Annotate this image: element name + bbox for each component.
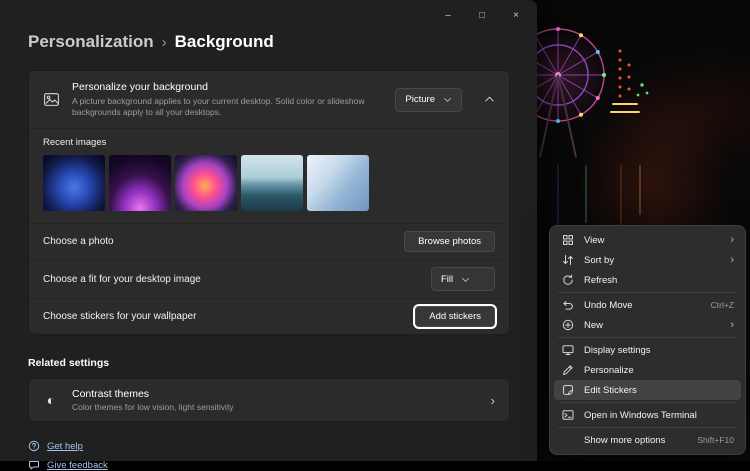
chevron-up-icon <box>484 94 495 105</box>
maximize-button[interactable]: □ <box>465 3 499 27</box>
breadcrumb-separator-icon: › <box>162 34 167 51</box>
choose-photo-row: Choose a photo Browse photos <box>29 223 509 259</box>
contrast-themes-card[interactable]: ◐ Contrast themes Color themes for low v… <box>28 378 510 422</box>
menu-item-sort-by[interactable]: Sort by › <box>554 250 741 270</box>
undo-icon <box>561 299 574 311</box>
chevron-right-icon: › <box>491 393 495 408</box>
new-icon <box>561 319 574 331</box>
background-type-value: Picture <box>405 94 435 105</box>
menu-item-edit-stickers[interactable]: Edit Stickers <box>554 380 741 400</box>
fit-dropdown[interactable]: Fill <box>431 267 495 291</box>
choose-fit-label: Choose a fit for your desktop image <box>43 274 201 285</box>
menu-divider <box>558 402 737 403</box>
minimize-button[interactable]: – <box>431 3 465 27</box>
breadcrumb-personalization[interactable]: Personalization <box>28 32 154 52</box>
contrast-themes-title: Contrast themes <box>72 388 234 400</box>
menu-item-personalize[interactable]: Personalize <box>554 360 741 380</box>
menu-item-view[interactable]: View › <box>554 230 741 250</box>
breadcrumb: Personalization › Background <box>0 30 537 52</box>
related-settings-heading: Related settings <box>28 357 510 369</box>
personalize-background-header[interactable]: Personalize your background A picture ba… <box>29 71 509 128</box>
menu-divider <box>558 427 737 428</box>
shortcut-label: Shift+F10 <box>697 435 734 445</box>
sort-icon <box>561 254 574 266</box>
chevron-down-icon <box>461 275 470 284</box>
choose-fit-row: Choose a fit for your desktop image Fill <box>29 259 509 298</box>
submenu-chevron-icon: › <box>730 319 734 331</box>
personalize-background-card: Personalize your background A picture ba… <box>28 70 510 335</box>
get-help-link[interactable]: Get help <box>28 440 510 452</box>
close-button[interactable]: × <box>499 3 533 27</box>
wallpaper-thumbnail-bloom-blue[interactable] <box>43 155 105 211</box>
shortcut-label: Ctrl+Z <box>711 300 734 310</box>
card-title: Personalize your background <box>72 81 383 93</box>
wallpaper-thumbnail-glow-purple[interactable] <box>109 155 171 211</box>
menu-divider <box>558 337 737 338</box>
give-feedback-label: Give feedback <box>47 460 108 471</box>
submenu-chevron-icon: › <box>730 234 734 246</box>
stickers-icon <box>561 384 574 396</box>
browse-photos-button[interactable]: Browse photos <box>404 231 495 252</box>
wallpaper-thumbnail-fabric-light[interactable] <box>307 155 369 211</box>
menu-item-new[interactable]: New › <box>554 315 741 335</box>
add-stickers-button[interactable]: Add stickers <box>415 306 495 327</box>
menu-item-display-settings[interactable]: Display settings <box>554 340 741 360</box>
wallpaper-thumbnail-abstract-flower[interactable] <box>175 155 237 211</box>
choose-stickers-row: Choose stickers for your wallpaper Add s… <box>29 298 509 334</box>
menu-item-open-in-windows-terminal[interactable]: Open in Windows Terminal <box>554 405 741 425</box>
choose-photo-label: Choose a photo <box>43 236 114 247</box>
menu-item-undo-move[interactable]: Undo Move Ctrl+Z <box>554 295 741 315</box>
refresh-icon <box>561 274 574 286</box>
collapse-expander-button[interactable] <box>484 94 495 105</box>
get-help-label: Get help <box>47 441 83 452</box>
recent-images-section: Recent images <box>29 128 509 223</box>
page-title: Background <box>175 32 274 52</box>
ferris-wheel-illustration <box>500 15 750 245</box>
menu-divider <box>558 292 737 293</box>
wallpaper-thumbnail-landscape[interactable] <box>241 155 303 211</box>
contrast-themes-description: Color themes for low vision, light sensi… <box>72 402 234 412</box>
menu-item-show-more-options[interactable]: Show more options Shift+F10 <box>554 430 741 450</box>
help-icon <box>28 440 40 452</box>
view-icon <box>561 234 574 246</box>
personalize-icon <box>561 364 574 376</box>
titlebar: – □ × <box>0 0 537 30</box>
submenu-chevron-icon: › <box>730 254 734 266</box>
contrast-theme-icon: ◐ <box>43 392 59 408</box>
chevron-down-icon <box>443 95 452 104</box>
settings-window: – □ × Personalization › Background Perso… <box>0 0 537 461</box>
display-icon <box>561 344 574 356</box>
card-description: A picture background applies to your cur… <box>72 96 383 118</box>
background-type-dropdown[interactable]: Picture <box>395 88 462 112</box>
menu-item-refresh[interactable]: Refresh <box>554 270 741 290</box>
fit-value: Fill <box>441 274 453 285</box>
desktop-context-menu: View › Sort by › Refresh Undo Move Ctrl+… <box>549 225 746 455</box>
recent-images-label: Recent images <box>43 137 495 148</box>
terminal-icon <box>561 409 574 421</box>
picture-icon <box>43 91 60 108</box>
choose-stickers-label: Choose stickers for your wallpaper <box>43 311 196 322</box>
